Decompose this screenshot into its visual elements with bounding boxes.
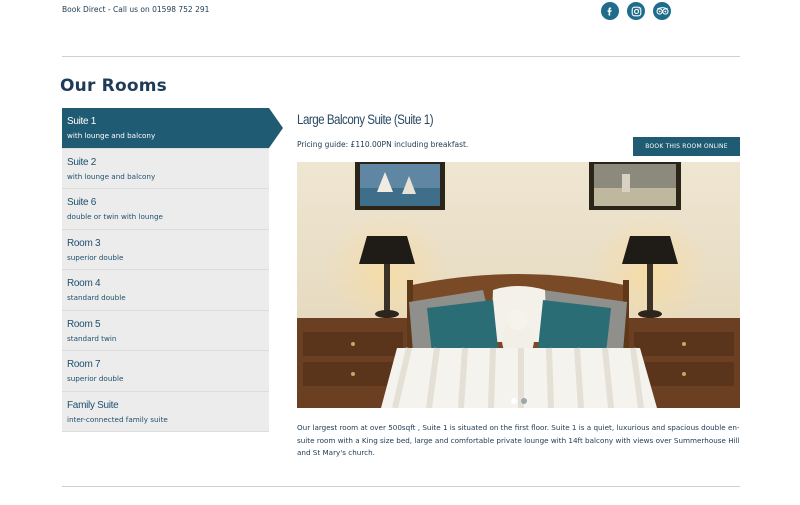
pricing-guide: Pricing guide: £110.00PN including break… <box>297 140 469 149</box>
sidebar-item-room-4[interactable]: Room 4 standard double <box>62 270 269 311</box>
book-room-button[interactable]: BOOK THIS ROOM ONLINE <box>633 137 740 156</box>
sidebar-item-suite-1[interactable]: Suite 1 with lounge and balcony <box>62 108 283 149</box>
sidebar-item-suite-2[interactable]: Suite 2 with lounge and balcony <box>62 148 269 189</box>
carousel-dots <box>510 398 527 404</box>
sidebar-item-desc: with lounge and balcony <box>67 131 156 140</box>
sidebar-item-desc: standard double <box>67 293 126 302</box>
room-photo <box>297 162 740 408</box>
sidebar-item-name: Room 5 <box>67 318 101 330</box>
instagram-icon[interactable] <box>627 2 645 20</box>
tripadvisor-icon[interactable] <box>653 2 671 20</box>
sidebar-item-desc: standard twin <box>67 333 117 343</box>
sidebar-item-room-3[interactable]: Room 3 superior double <box>62 229 269 270</box>
carousel-dot-active[interactable] <box>510 398 517 404</box>
sidebar-item-name: Room 3 <box>67 237 101 249</box>
sidebar-item-name: Suite 6 <box>67 197 97 208</box>
social-links <box>601 2 671 20</box>
sidebar-item-family-suite[interactable]: Family Suite inter-connected family suit… <box>62 391 269 432</box>
sidebar-item-name: Family Suite <box>67 399 119 411</box>
bottom-divider <box>62 486 740 487</box>
sidebar-item-desc: superior double <box>67 374 124 383</box>
sidebar-item-suite-6[interactable]: Suite 6 double or twin with lounge <box>62 189 269 230</box>
carousel-dot[interactable] <box>520 398 527 404</box>
rooms-sidebar: Suite 1 with lounge and balcony Suite 2 … <box>62 108 283 432</box>
room-description: Our largest room at over 500sqft , Suite… <box>297 423 740 457</box>
book-direct-text: Book Direct - Call us on 01598 752 291 <box>62 5 210 14</box>
sidebar-item-name: Room 7 <box>67 359 101 370</box>
sidebar-item-name: Suite 1 <box>67 116 97 127</box>
sidebar-item-room-5[interactable]: Room 5 standard twin <box>62 310 269 351</box>
sidebar-item-desc: superior double <box>67 252 124 262</box>
top-divider <box>62 56 740 57</box>
sidebar-item-name: Room 4 <box>67 278 101 289</box>
page-title: Our Rooms <box>60 76 167 96</box>
facebook-icon[interactable] <box>601 2 619 20</box>
room-detail: Large Balcony Suite (Suite 1) Pricing gu… <box>297 108 740 457</box>
sidebar-item-desc: double or twin with lounge <box>67 212 163 221</box>
sidebar-item-name: Suite 2 <box>67 156 97 168</box>
sidebar-item-desc: inter-connected family suite <box>67 414 168 424</box>
sidebar-item-room-7[interactable]: Room 7 superior double <box>62 351 269 392</box>
sidebar-item-desc: with lounge and balcony <box>67 171 156 181</box>
room-photo-carousel[interactable] <box>297 162 740 408</box>
room-title: Large Balcony Suite (Suite 1) <box>297 112 434 127</box>
